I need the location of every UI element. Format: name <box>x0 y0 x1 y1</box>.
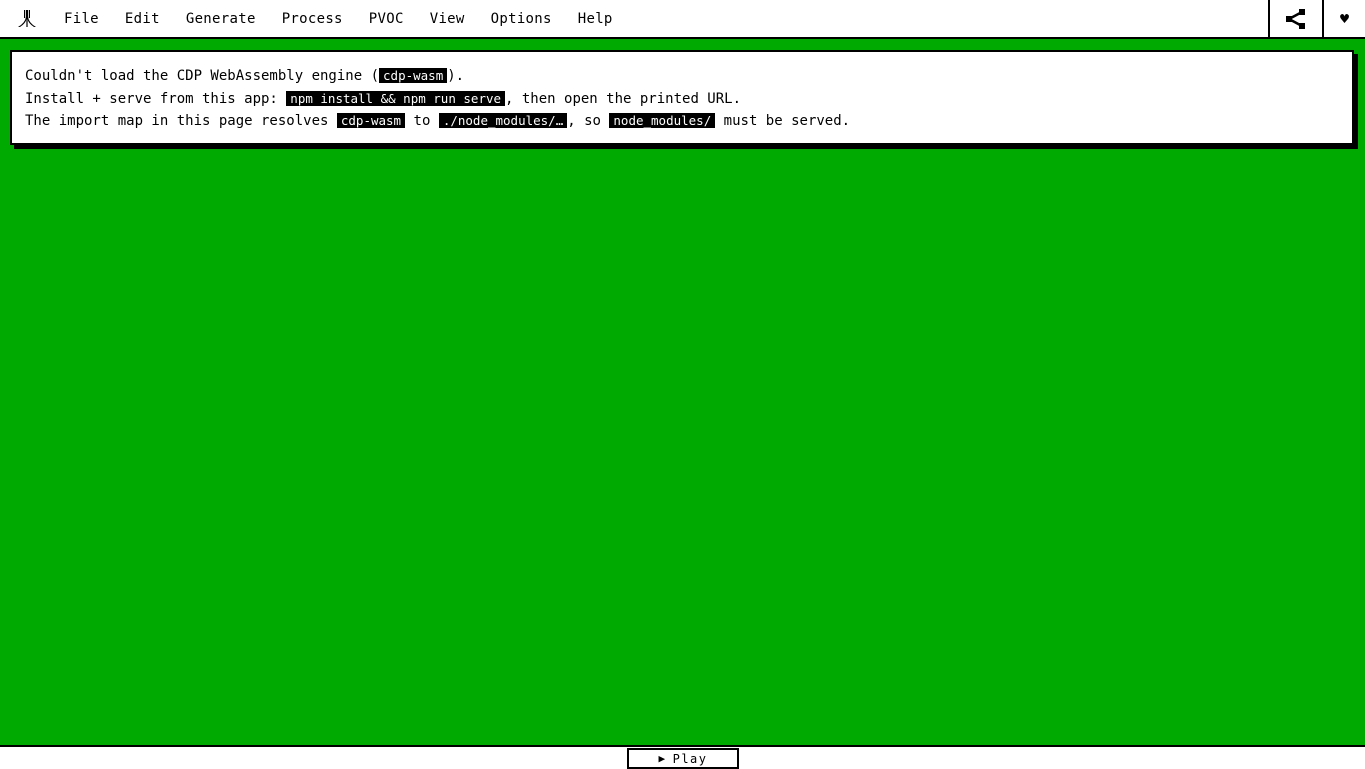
menu-edit[interactable]: Edit <box>112 0 173 37</box>
menu-options[interactable]: Options <box>478 0 565 37</box>
menu-view[interactable]: View <box>417 0 478 37</box>
code-node-modules: node_modules/ <box>609 113 716 128</box>
heart-button[interactable]: ♥ <box>1322 0 1365 37</box>
play-icon: ▶ <box>658 752 667 765</box>
error-line-2: Install + serve from this app: npm insta… <box>25 90 742 107</box>
bottom-bar: ▶ Play <box>0 745 1365 769</box>
menu-help[interactable]: Help <box>565 0 626 37</box>
code-cdp-wasm: cdp-wasm <box>379 68 448 83</box>
share-icon <box>1286 8 1305 29</box>
code-cdp-wasm-2: cdp-wasm <box>336 113 406 128</box>
menu-process[interactable]: Process <box>269 0 356 37</box>
menu-generate[interactable]: Generate <box>173 0 269 37</box>
desktop: Couldn't load the CDP WebAssembly engine… <box>0 39 1365 745</box>
menu-bar: File Edit Generate Process PVOC View Opt… <box>0 0 1365 39</box>
error-line-1: Couldn't load the CDP WebAssembly engine… <box>25 68 465 84</box>
error-banner: Couldn't load the CDP WebAssembly engine… <box>10 50 1354 145</box>
menu-pvoc[interactable]: PVOC <box>356 0 417 37</box>
menu-file[interactable]: File <box>54 0 112 37</box>
share-button[interactable] <box>1268 0 1322 37</box>
heart-icon: ♥ <box>1339 9 1350 28</box>
menu-items: File Edit Generate Process PVOC View Opt… <box>54 0 626 37</box>
play-button[interactable]: ▶ Play <box>627 748 739 769</box>
error-line-3: The import map in this page resolves cdp… <box>25 113 851 129</box>
atari-logo-icon[interactable] <box>0 0 54 37</box>
play-label: Play <box>672 751 708 766</box>
menubar-right-buttons: ♥ <box>1268 0 1365 37</box>
code-node-modules-path: ./node_modules/… <box>438 113 568 128</box>
code-npm-command: npm install && npm run serve <box>286 90 506 106</box>
